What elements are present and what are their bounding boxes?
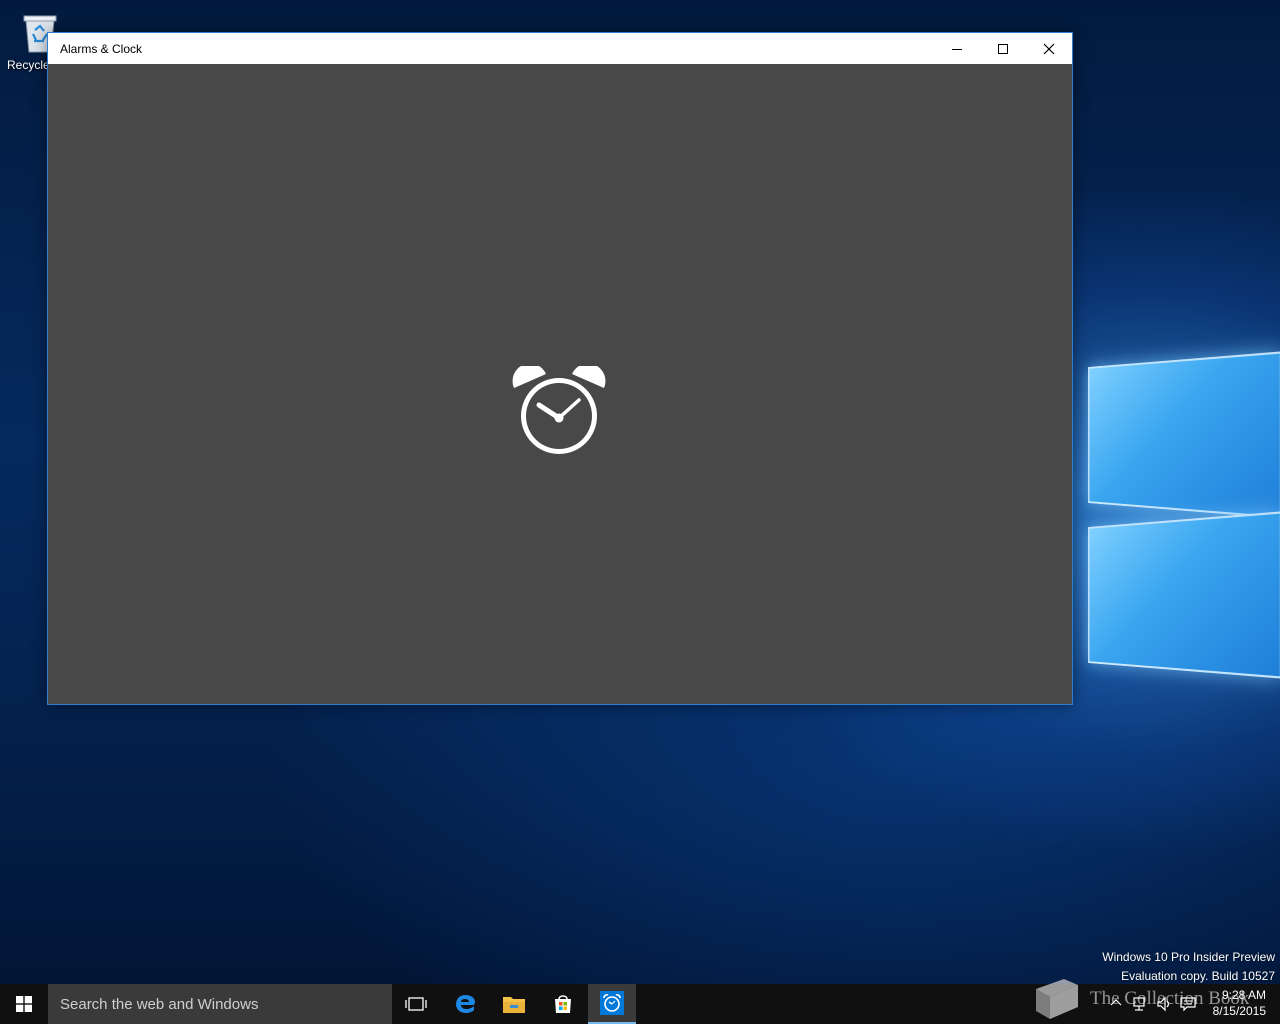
start-button[interactable]	[0, 984, 48, 1024]
window-title: Alarms & Clock	[60, 41, 143, 56]
store-button[interactable]	[539, 984, 587, 1024]
search-placeholder: Search the web and Windows	[60, 995, 259, 1013]
watermark-line-1: Windows 10 Pro Insider Preview	[1102, 950, 1275, 964]
windows-logo-wallpaper	[1060, 320, 1280, 720]
wallpaper-pane-bottom	[1087, 511, 1280, 679]
search-input[interactable]: Search the web and Windows	[48, 984, 392, 1024]
minimize-button[interactable]	[934, 33, 980, 64]
collection-book-overlay: The Collection Book	[1030, 974, 1260, 1024]
window-controls	[934, 33, 1072, 64]
edge-icon	[456, 995, 475, 1013]
wallpaper-pane-top	[1087, 351, 1280, 519]
windows-start-icon	[16, 996, 32, 1012]
splash-screen	[48, 64, 1072, 704]
file-explorer-button[interactable]	[490, 984, 538, 1024]
maximize-button[interactable]	[980, 33, 1026, 64]
task-view-button[interactable]	[392, 984, 440, 1024]
alarms-clock-window: Alarms & Clock	[47, 32, 1073, 705]
alarms-clock-taskbar-button[interactable]	[588, 984, 636, 1024]
alarm-clock-icon	[600, 991, 624, 1015]
folder-icon	[503, 997, 525, 1013]
book-icon	[1036, 979, 1078, 1019]
minimize-icon	[952, 48, 962, 50]
task-view-icon	[405, 997, 427, 1011]
close-icon	[1043, 43, 1055, 54]
alarm-clock-icon	[512, 366, 606, 454]
title-bar[interactable]: Alarms & Clock	[48, 33, 1072, 64]
store-icon	[555, 995, 571, 1013]
recycle-bin-label: Recycle	[7, 58, 50, 72]
overlay-text: The Collection Book	[1090, 988, 1250, 1009]
edge-button[interactable]	[441, 984, 489, 1024]
maximize-icon	[998, 43, 1008, 54]
close-button[interactable]	[1026, 33, 1072, 64]
